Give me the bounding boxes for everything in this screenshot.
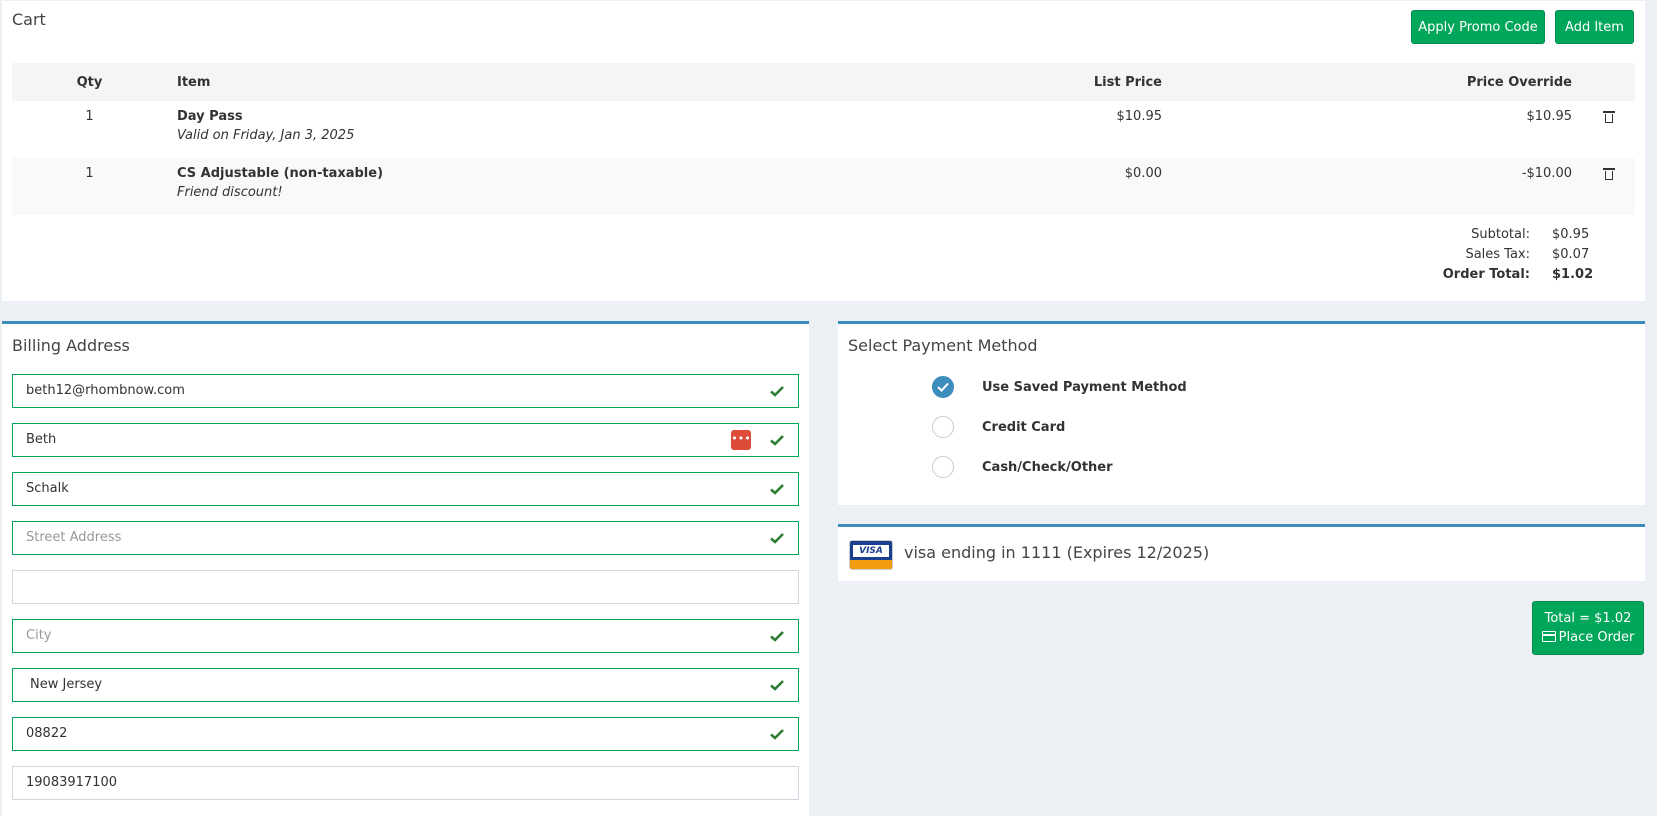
payment-option-label: Use Saved Payment Method — [982, 379, 1187, 395]
order-total-row: Order Total: $1.02 — [1442, 265, 1594, 285]
street-address-2-field[interactable] — [12, 570, 799, 604]
zip-field[interactable]: 08822 — [12, 717, 799, 751]
trash-icon[interactable] — [1602, 168, 1615, 180]
item-name: Day Pass — [177, 109, 243, 124]
list-price-cell: $0.00 — [872, 158, 1172, 215]
add-item-button[interactable]: Add Item — [1555, 10, 1634, 44]
subtotal-value: $0.95 — [1552, 227, 1590, 242]
visa-card-icon: VISA — [849, 540, 893, 570]
column-header-price-override: Price Override — [1172, 63, 1582, 101]
radio-checked-icon[interactable] — [932, 376, 954, 398]
street-address-field[interactable]: Street Address — [12, 521, 799, 555]
radio-unchecked-icon[interactable] — [932, 456, 954, 478]
order-total-line: Total = $1.02 — [1544, 611, 1632, 626]
list-price-cell: $10.95 — [1116, 109, 1163, 124]
subtotal-label: Subtotal: — [1471, 227, 1530, 242]
price-override-cell[interactable]: $10.95 — [1172, 101, 1582, 158]
item-note: Friend discount! — [177, 185, 283, 200]
last-name-field[interactable]: Schalk — [12, 472, 799, 506]
credit-card-icon — [1541, 631, 1556, 642]
cart-panel: Cart Apply Promo Code Add Item Qty Item … — [2, 1, 1645, 301]
item-name: CS Adjustable (non-taxable) — [177, 166, 384, 181]
subtotal-row: Subtotal: $0.95 — [1443, 225, 1590, 245]
saved-card-panel[interactable]: VISA visa ending in 1111 (Expires 12/202… — [838, 524, 1645, 581]
city-field[interactable]: City — [12, 619, 799, 653]
email-field[interactable]: beth12@rhombnow.com — [12, 374, 799, 408]
column-header-actions — [1582, 63, 1635, 101]
place-order-line: Place Order — [1541, 628, 1635, 647]
payment-option-credit-card[interactable]: Credit Card — [932, 415, 1065, 439]
payment-option-label: Cash/Check/Other — [982, 459, 1113, 475]
saved-card-text: visa ending in 1111 (Expires 12/2025) — [904, 543, 1210, 562]
password-manager-icon[interactable]: ••• — [731, 430, 751, 450]
email-value: beth12@rhombnow.com — [26, 383, 185, 398]
phone-field[interactable]: 19083917100 — [12, 766, 799, 800]
radio-unchecked-icon[interactable] — [932, 416, 954, 438]
table-row: 1 Day Pass Valid on Friday, Jan 3, 2025 … — [12, 101, 1635, 158]
first-name-value: Beth — [26, 432, 57, 447]
apply-promo-code-button[interactable]: Apply Promo Code — [1411, 10, 1545, 44]
sales-tax-label: Sales Tax: — [1465, 247, 1530, 262]
column-header-qty: Qty — [12, 63, 167, 101]
order-total-label: Order Total: — [1442, 267, 1530, 282]
check-icon — [770, 629, 784, 643]
place-order-button[interactable]: Total = $1.02 Place Order — [1532, 601, 1644, 655]
column-header-item: Item — [167, 63, 872, 101]
check-icon — [770, 384, 784, 398]
check-icon — [770, 531, 784, 545]
check-icon — [770, 433, 784, 447]
table-row: 1 CS Adjustable (non-taxable) Friend dis… — [12, 158, 1635, 215]
cart-title: Cart — [12, 10, 46, 29]
phone-value: 19083917100 — [26, 775, 117, 790]
sales-tax-value: $0.07 — [1552, 247, 1590, 262]
delete-cell — [1582, 158, 1635, 215]
trash-icon[interactable] — [1602, 111, 1615, 123]
item-note: Valid on Friday, Jan 3, 2025 — [177, 128, 355, 143]
qty-cell: 1 — [12, 158, 167, 215]
place-order-label: Place Order — [1558, 630, 1635, 645]
street-address-placeholder: Street Address — [26, 530, 122, 545]
item-cell: Day Pass Valid on Friday, Jan 3, 2025 — [167, 101, 872, 158]
payment-method-panel: Select Payment Method Use Saved Payment … — [838, 321, 1645, 505]
check-icon — [770, 678, 784, 692]
zip-value: 08822 — [26, 726, 68, 741]
check-icon — [770, 727, 784, 741]
last-name-value: Schalk — [26, 481, 69, 496]
state-value: New Jersey — [30, 677, 103, 692]
order-total-value: $1.02 — [1552, 267, 1594, 282]
payment-option-label: Credit Card — [982, 419, 1066, 435]
first-name-field[interactable]: Beth ••• — [12, 423, 799, 457]
price-override-cell[interactable]: -$10.00 — [1172, 158, 1582, 215]
payment-option-cash-check[interactable]: Cash/Check/Other — [932, 455, 1113, 479]
state-select[interactable]: New Jersey — [12, 668, 799, 702]
sales-tax-row: Sales Tax: $0.07 — [1443, 245, 1590, 265]
billing-address-panel: Billing Address beth12@rhombnow.com Beth… — [2, 321, 809, 816]
billing-title: Billing Address — [12, 336, 130, 355]
payment-option-saved[interactable]: Use Saved Payment Method — [932, 375, 1187, 399]
item-cell: CS Adjustable (non-taxable) Friend disco… — [167, 158, 872, 215]
city-placeholder: City — [26, 628, 52, 643]
cart-table: Qty Item List Price Price Override 1 Day… — [12, 63, 1635, 215]
check-icon — [770, 482, 784, 496]
column-header-list-price: List Price — [872, 63, 1172, 101]
delete-cell — [1582, 101, 1635, 158]
qty-cell: 1 — [85, 109, 94, 124]
payment-title: Select Payment Method — [848, 336, 1038, 355]
cart-totals: Subtotal: $0.95 Sales Tax: $0.07 Order T… — [1442, 225, 1594, 285]
card-brand: VISA — [853, 545, 889, 557]
cart-table-header: Qty Item List Price Price Override — [12, 63, 1635, 101]
